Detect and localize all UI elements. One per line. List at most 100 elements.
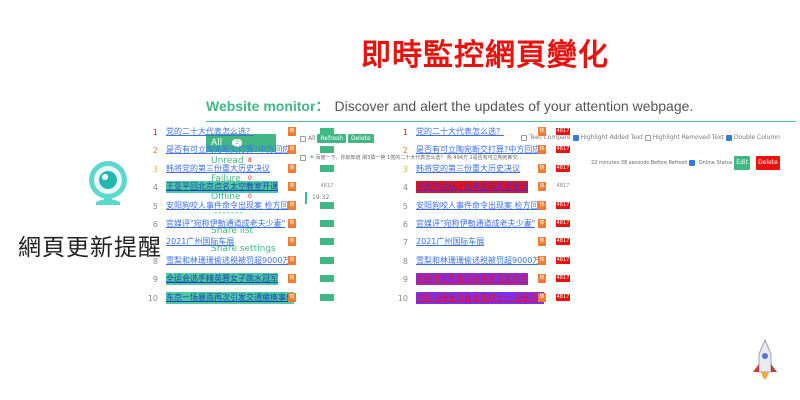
- hot-icon: 热: [288, 163, 296, 173]
- headline-link[interactable]: 官媒评"宛称伊勒通道成老夫少妻": [416, 218, 535, 230]
- edit-button[interactable]: Edit: [734, 156, 750, 170]
- headline-link[interactable]: 官媒评"宛称伊勒通道成老夫少妻": [166, 218, 285, 230]
- list-item[interactable]: 5 安阳狗咬人事件命令出现案 检方回应热: [146, 198, 346, 216]
- heat-value: [320, 164, 334, 172]
- rank-number: 5: [402, 201, 408, 211]
- hot-icon: 热: [538, 218, 546, 228]
- hot-icon: 热: [538, 274, 546, 284]
- heat-value: [320, 219, 334, 227]
- headline-link[interactable]: 全运会选手精英赛女子跳水冠军: [166, 273, 278, 286]
- hot-icon: 热: [288, 292, 296, 302]
- headline-link[interactable]: 是否有可立陶宛断交打算?中方回应: [166, 144, 290, 156]
- heat-value: 4817: [556, 164, 570, 172]
- headline: 即時監控網頁變化: [361, 38, 609, 73]
- hot-icon: 热: [288, 127, 296, 136]
- headline-link[interactable]: 中国消费者协会发布双十一消费提示: [416, 291, 544, 304]
- rank-number: 8: [152, 256, 158, 266]
- delete-selected-button[interactable]: Delete: [347, 134, 374, 143]
- headline-link[interactable]: 韩将党的第三份重大历史决议: [416, 163, 520, 175]
- headline-link[interactable]: 安阳狗咬人事件命令出现案 检方回应: [166, 200, 296, 212]
- list-item[interactable]: 4 王亚平回北京点名太空教室开课热 4817: [146, 179, 346, 197]
- hot-icon: 热: [288, 255, 296, 265]
- list-item[interactable]: 2 是否有可立陶宛断交打算?中方回应热 4817: [396, 142, 596, 160]
- list-item[interactable]: 4 中国空间站计划年底前完成建造热 4817: [396, 179, 596, 197]
- headline-link[interactable]: 中国空间站计划年底前完成建造: [416, 181, 528, 194]
- headline-link[interactable]: 党的二十大代表怎么选？: [166, 126, 254, 138]
- headline-link[interactable]: 是否有可立陶宛断交打算?中方回应: [416, 144, 540, 156]
- list-item[interactable]: 7 2021广州国际车展 热 4817: [396, 234, 596, 252]
- app-header: Website monitor： Discover and alert the …: [206, 96, 796, 122]
- headline-link[interactable]: 东京一场暴雨再次引发交通瘫痪事件: [166, 291, 294, 304]
- rank-number: 8: [402, 256, 408, 266]
- hot-icon: 热: [538, 200, 546, 210]
- heat-value: [320, 128, 334, 135]
- headline-link[interactable]: 雪梨和林珊珊偷逃税被罚超9000万: [416, 255, 540, 267]
- list-item[interactable]: 6 官媒评"宛称伊勒通道成老夫少妻" 热: [146, 216, 346, 234]
- rank-number: 10: [147, 293, 158, 303]
- online-status-checkbox[interactable]: [689, 160, 696, 166]
- list-item[interactable]: 2 是否有可立陶宛断交打算?中方回应热: [146, 142, 346, 160]
- right-column: 1 党的二十大代表怎么选？热 4817 2 是否有可立陶宛断交打算?中方回应热 4817 3…: [396, 124, 596, 308]
- rank-number: 7: [152, 238, 158, 248]
- headline-link[interactable]: 雪梨和林珊珊偷逃税被罚超9000万: [166, 255, 290, 267]
- rank-number: 1: [152, 128, 158, 137]
- heat-value: [320, 275, 334, 283]
- rank-number: 9: [402, 275, 408, 285]
- heat-value: 4817: [556, 256, 570, 264]
- headline-link[interactable]: 2021广州国际车展: [166, 236, 234, 248]
- heat-value: 4817: [320, 183, 334, 190]
- app-title: Website monitor：: [206, 98, 330, 114]
- rank-number: 10: [397, 293, 408, 303]
- list-item[interactable]: 8 雪梨和林珊珊偷逃税被罚超9000万热 4817: [396, 253, 596, 271]
- rocket-icon[interactable]: [750, 338, 780, 388]
- option-label: Highlight Removed Text: [652, 134, 724, 141]
- hot-icon: 热: [288, 218, 296, 228]
- hot-icon: 热: [538, 237, 546, 247]
- list-item[interactable]: 10 中国消费者协会发布双十一消费提示热 4817: [396, 290, 596, 308]
- hot-icon: 热: [538, 145, 546, 155]
- hot-icon: 热: [538, 182, 546, 192]
- rank-number: 4: [152, 183, 158, 193]
- option-label: Double Column: [733, 134, 780, 141]
- list-item[interactable]: 3 韩将党的第三份重大历史决议 热: [146, 161, 346, 179]
- list-item[interactable]: 3 韩将党的第三份重大历史决议 热 4817: [396, 161, 596, 179]
- headline-link[interactable]: 韩将党的第三份重大历史决议: [166, 163, 270, 175]
- list-item[interactable]: 7 2021广州国际车展 热: [146, 234, 346, 252]
- heat-value: [320, 201, 334, 209]
- rank-number: 6: [152, 219, 158, 229]
- double-column-checkbox[interactable]: [725, 134, 732, 141]
- refresh-status: 22 minutes 38 seconds Before Refresh: [590, 160, 688, 166]
- rank-number: 7: [402, 238, 408, 248]
- list-item[interactable]: 10 东京一场暴雨再次引发交通瘫痪事件热: [146, 290, 346, 308]
- hot-icon: 热: [288, 237, 296, 247]
- hot-icon: 热: [288, 182, 296, 192]
- left-column: 1 党的二十大代表怎么选？热 2 是否有可立陶宛断交打算?中方回应热 3 韩将党的第三份重…: [146, 124, 346, 308]
- heat-value: 4817: [556, 293, 570, 301]
- list-item[interactable]: 6 官媒评"宛称伊勒通道成老夫少妻" 热 4817: [396, 216, 596, 234]
- list-item[interactable]: 9 美国研究称新冠病毒源自实验室热 4817: [396, 271, 596, 289]
- headline-link[interactable]: 安阳狗咬人事件命令出现案 检方回应: [416, 200, 546, 212]
- highlight-removed-checkbox[interactable]: [644, 134, 651, 141]
- heat-value: 4817: [556, 201, 570, 209]
- heat-value: 4817: [556, 238, 570, 246]
- headline-link[interactable]: 2021广州国际车展: [416, 236, 484, 248]
- list-item[interactable]: 1 党的二十大代表怎么选？ 热 4817: [396, 124, 596, 142]
- rank-number: 3: [402, 164, 408, 174]
- heat-value: 4817: [556, 275, 570, 283]
- webcam-icon: [89, 161, 127, 205]
- headline-link[interactable]: 美国研究称新冠病毒源自实验室: [416, 273, 528, 286]
- rank-number: 9: [152, 275, 158, 285]
- headline-link[interactable]: 党的二十大代表怎么选？: [416, 126, 504, 138]
- hot-icon: 热: [538, 255, 546, 265]
- heat-value: 4817: [556, 146, 570, 154]
- list-item[interactable]: 8 雪梨和林珊珊偷逃税被罚超9000万热: [146, 253, 346, 271]
- headline-link[interactable]: 王亚平回北京点名太空教室开课: [166, 181, 278, 194]
- hot-icon: 热: [288, 274, 296, 284]
- rank-number: 1: [402, 128, 408, 137]
- list-item[interactable]: 1 党的二十大代表怎么选？ 热: [146, 124, 346, 142]
- list-item[interactable]: 9 全运会选手精英赛女子跳水冠军热: [146, 271, 346, 289]
- heat-value: 4817: [556, 219, 570, 227]
- delete-task-button[interactable]: Delete: [756, 156, 780, 170]
- list-item[interactable]: 5 安阳狗咬人事件命令出现案 检方回应热 4817: [396, 198, 596, 216]
- app-subtitle: Discover and alert the updates of your a…: [334, 98, 694, 114]
